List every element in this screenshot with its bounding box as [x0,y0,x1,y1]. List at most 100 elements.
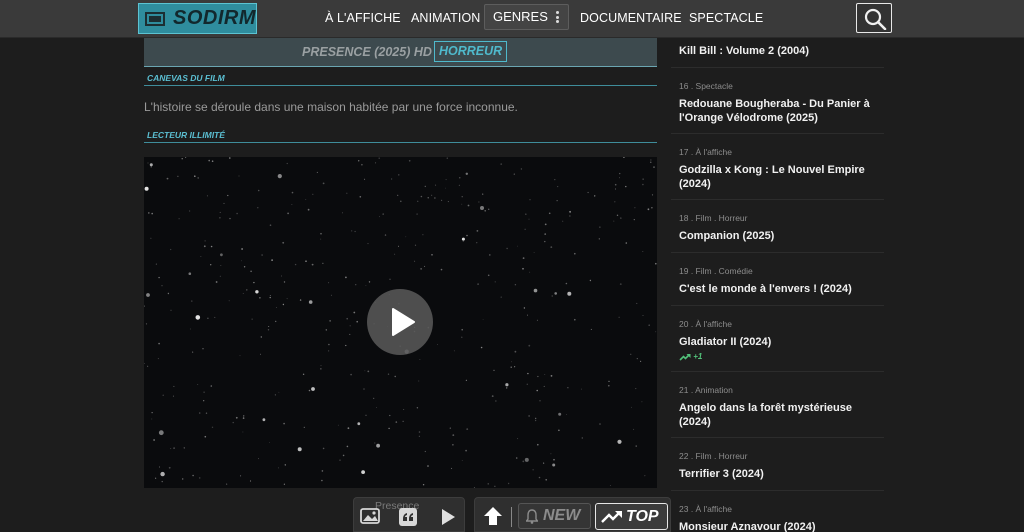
star-dot [320,365,322,367]
star-dot [353,311,356,314]
logo-text: SODIRM [173,7,256,29]
list-item[interactable]: 18 . Film . Horreur Companion (2025) [671,200,884,253]
star-dot [241,260,242,262]
star-dot [227,194,229,197]
star-dot [517,245,518,247]
star-dot [150,237,152,239]
star-dot [286,298,288,300]
star-dot [511,361,512,363]
play-small-icon[interactable] [439,508,457,526]
list-item-title[interactable]: Gladiator II (2024) [679,335,882,349]
star-dot [210,245,213,248]
star-dot [282,303,285,306]
star-dot [619,283,622,285]
quote-icon[interactable] [398,507,418,527]
star-dot [422,484,425,486]
nav-spectacle[interactable]: SPECTACLE [689,0,763,36]
star-dot [452,444,454,446]
list-item-meta: 19 . Film . Comédie [679,266,753,276]
nav-a-l-affiche[interactable]: À L'AFFICHE [325,0,401,36]
star-dot [384,234,387,236]
video-player[interactable] [144,157,657,488]
list-item-title[interactable]: Monsieur Aznavour (2024) [679,520,882,532]
star-dot [566,414,567,415]
search-button[interactable] [856,3,892,33]
trending-up-icon [679,353,691,361]
star-dot [431,254,433,256]
star-dot [277,467,279,469]
star-dot [155,477,157,479]
list-item[interactable]: 16 . Spectacle Redouane Bougheraba - Du … [671,68,884,134]
star-dot [203,400,205,402]
star-dot [144,363,145,364]
star-dot [283,483,285,485]
list-item-title[interactable]: Redouane Bougheraba - Du Panier à l'Oran… [679,97,882,125]
new-button[interactable]: NEW [518,503,591,529]
star-dot [650,161,652,163]
play-button[interactable] [367,289,433,355]
star-dot [260,353,261,355]
list-item-title[interactable]: Godzilla x Kong : Le Nouvel Empire (2024… [679,163,882,191]
star-dot [427,197,429,199]
star-dot [394,375,396,378]
arrow-up-icon[interactable] [482,505,504,527]
list-item-title[interactable]: Angelo dans la forêt mystérieuse (2024) [679,401,882,429]
nav-genres-dropdown[interactable]: GENRES [484,4,569,30]
genre-tag[interactable]: HORREUR [434,41,508,62]
top-navigation-bar: SODIRM À L'AFFICHE ANIMATION GENRES DOCU… [0,0,1024,38]
star-dot [339,459,341,461]
star-dot [523,307,526,309]
list-item[interactable]: 17 . À l'affiche Godzilla x Kong : Le No… [671,134,884,200]
nav-animation[interactable]: ANIMATION [411,0,480,36]
star-dot [535,417,537,419]
star-dot [441,199,443,201]
star-dot [526,383,528,385]
star-dot [651,194,654,196]
star-dot [253,281,255,284]
star-dot [197,177,199,179]
star-dot [148,212,150,214]
list-item[interactable]: 23 . À l'affiche Monsieur Aznavour (2024… [671,491,884,532]
list-item-title[interactable]: Terrifier 3 (2024) [679,467,882,481]
star-dot [312,193,314,195]
site-logo[interactable]: SODIRM [138,3,257,34]
star-dot [642,178,644,180]
star-dot [418,431,421,433]
star-dot [189,210,191,212]
star-dot [367,243,369,245]
star-dot [355,284,357,286]
list-item-title[interactable]: Kill Bill : Volume 2 (2004) [679,44,882,58]
star-dot [194,175,196,177]
star-dot [219,275,221,277]
star-dot [149,163,153,167]
list-item[interactable]: 20 . À l'affiche Gladiator II (2024) +1 [671,306,884,372]
bell-icon [526,509,538,524]
list-item[interactable]: 19 . Film . Comédie C'est le monde à l'e… [671,253,884,306]
star-dot [650,159,652,161]
list-item-title[interactable]: Companion (2025) [679,229,882,243]
star-dot [349,325,351,327]
star-dot [461,196,463,198]
list-item-title[interactable]: C'est le monde à l'envers ! (2024) [679,282,882,296]
star-dot [520,168,523,170]
star-dot [550,375,553,377]
star-dot [478,201,480,203]
star-dot [346,192,348,194]
image-icon[interactable] [360,507,382,527]
star-dot [618,316,620,318]
top-button[interactable]: TOP [595,503,668,530]
star-dot [183,447,185,449]
star-dot [351,230,353,232]
nav-documentaire[interactable]: DOCUMENTAIRE [580,0,682,36]
list-item[interactable]: 21 . Animation Angelo dans la forêt myst… [671,372,884,438]
star-dot [544,233,546,235]
star-dot [418,435,420,437]
star-dot [267,329,270,331]
star-dot [431,194,433,196]
star-dot [640,360,642,362]
star-dot [236,212,238,215]
star-dot [537,375,539,378]
star-dot [544,223,547,226]
list-item[interactable]: Kill Bill : Volume 2 (2004) [671,38,884,68]
list-item[interactable]: 22 . Film . Horreur Terrifier 3 (2024) [671,438,884,491]
